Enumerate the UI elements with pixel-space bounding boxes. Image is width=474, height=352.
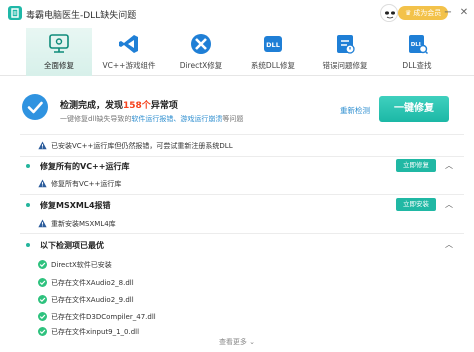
svg-text:DLL: DLL <box>266 41 280 49</box>
dll-icon: DLL <box>264 36 282 52</box>
tab-vc-runtime[interactable]: VC++游戏组件 <box>96 28 162 76</box>
member-label: 成为会员 <box>413 9 442 17</box>
section-title: 修复所有的VC++运行库 <box>40 162 130 171</box>
bullet-dot <box>26 203 30 207</box>
check-icon <box>38 278 47 287</box>
rescan-link[interactable]: 重新检测 <box>340 105 370 116</box>
item-text: DirectX软件已安装 <box>51 261 112 269</box>
install-now-button[interactable]: 立即安装 <box>396 198 436 211</box>
item-text: 已存在文件D3DCompiler_47.dll <box>51 313 156 321</box>
check-icon <box>38 327 47 336</box>
tab-label: DirectX修复 <box>179 61 223 70</box>
bullet-dot <box>26 164 30 168</box>
warning-icon <box>38 219 47 228</box>
list-item: 重新安装MSXML4库 <box>0 216 474 232</box>
fix-all-button[interactable]: 一键修复 <box>379 96 449 122</box>
title-bar: 毒霸电脑医生-DLL缺失问题 ♛ 成为会员 − ✕ <box>0 0 474 28</box>
tab-label: 系统DLL修复 <box>250 61 296 70</box>
warning-icon <box>38 179 47 188</box>
list-item: 修复所有VC++运行库 <box>0 176 474 192</box>
visual-studio-icon <box>119 35 138 53</box>
notice-row: 已安装VC++运行库但仍然报错，可尝试重新注册系统DLL <box>0 138 474 154</box>
chevron-down-icon: ⌄ <box>249 338 256 346</box>
item-text: 已存在文件xinput9_1_0.dll <box>51 328 140 336</box>
tab-label: VC++游戏组件 <box>102 61 156 70</box>
section-header: 修复所有的VC++运行库 立即修复 ︿ <box>0 158 474 174</box>
notice-text: 已安装VC++运行库但仍然报错，可尝试重新注册系统DLL <box>51 142 233 150</box>
divider <box>20 134 464 135</box>
check-icon <box>38 260 47 269</box>
become-member-button[interactable]: ♛ 成为会员 <box>398 6 449 20</box>
item-text: 已存在文件XAudio2_9.dll <box>51 296 134 304</box>
list-item: 已存在文件XAudio2_8.dll <box>0 275 474 291</box>
app-logo-icon <box>8 6 22 20</box>
check-icon <box>38 312 47 321</box>
minimize-icon[interactable]: − <box>442 7 454 19</box>
check-icon <box>38 295 47 304</box>
item-text: 修复所有VC++运行库 <box>51 180 122 188</box>
check-circle-icon <box>22 94 48 120</box>
issue-count: 158个 <box>123 101 151 111</box>
list-item: 已存在文件XAudio2_9.dll <box>0 292 474 308</box>
list-item: DirectX软件已安装 <box>0 257 474 273</box>
avatar[interactable] <box>380 4 398 22</box>
tab-label: DLL查找 <box>402 61 432 70</box>
chevron-up-icon[interactable]: ︿ <box>445 241 453 249</box>
divider <box>20 194 464 195</box>
tab-directx[interactable]: DirectX修复 <box>168 28 234 76</box>
divider <box>20 233 464 234</box>
view-more-link[interactable]: 查看更多 ⌄ <box>0 337 474 347</box>
section-header: 以下检测项已最优 ︿ <box>0 237 474 253</box>
chevron-up-icon[interactable]: ︿ <box>445 201 453 209</box>
error-repair-icon <box>337 35 355 54</box>
directx-icon <box>191 34 211 54</box>
section-title: 修复MSXML4报错 <box>40 201 111 210</box>
tab-dll-search[interactable]: DLL DLL查找 <box>384 28 450 76</box>
tab-system-dll[interactable]: DLL 系统DLL修复 <box>240 28 306 76</box>
tab-bar: 全面修复 VC++游戏组件 DirectX修复 DLL 系统DLL修复 错误问题… <box>0 28 474 76</box>
tab-error-repair[interactable]: 错误问题修复 <box>312 28 378 76</box>
tab-label: 错误问题修复 <box>322 61 368 70</box>
list-item: 已存在文件D3DCompiler_47.dll <box>0 309 474 325</box>
warning-icon <box>38 141 47 150</box>
section-title: 以下检测项已最优 <box>40 241 104 250</box>
tab-full-repair[interactable]: 全面修复 <box>26 28 92 76</box>
item-text: 重新安装MSXML4库 <box>51 220 116 228</box>
dll-search-icon: DLL <box>409 35 429 55</box>
divider <box>20 156 464 157</box>
summary-subtitle: 一键修复dll缺失导致的软件运行报错、游戏运行崩溃等问题 <box>60 115 244 123</box>
section-header: 修复MSXML4报错 立即安装 ︿ <box>0 197 474 213</box>
monitor-icon <box>49 34 69 53</box>
app-title: 毒霸电脑医生-DLL缺失问题 <box>26 11 137 21</box>
crown-icon: ♛ <box>405 9 412 17</box>
chevron-up-icon[interactable]: ︿ <box>445 162 453 170</box>
close-icon[interactable]: ✕ <box>458 7 470 19</box>
tab-label: 全面修复 <box>44 61 74 70</box>
item-text: 已存在文件XAudio2_8.dll <box>51 279 134 287</box>
bullet-dot <box>26 243 30 247</box>
repair-now-button[interactable]: 立即修复 <box>396 159 436 172</box>
summary-title: 检测完成，发现158个异常项 <box>60 101 178 111</box>
